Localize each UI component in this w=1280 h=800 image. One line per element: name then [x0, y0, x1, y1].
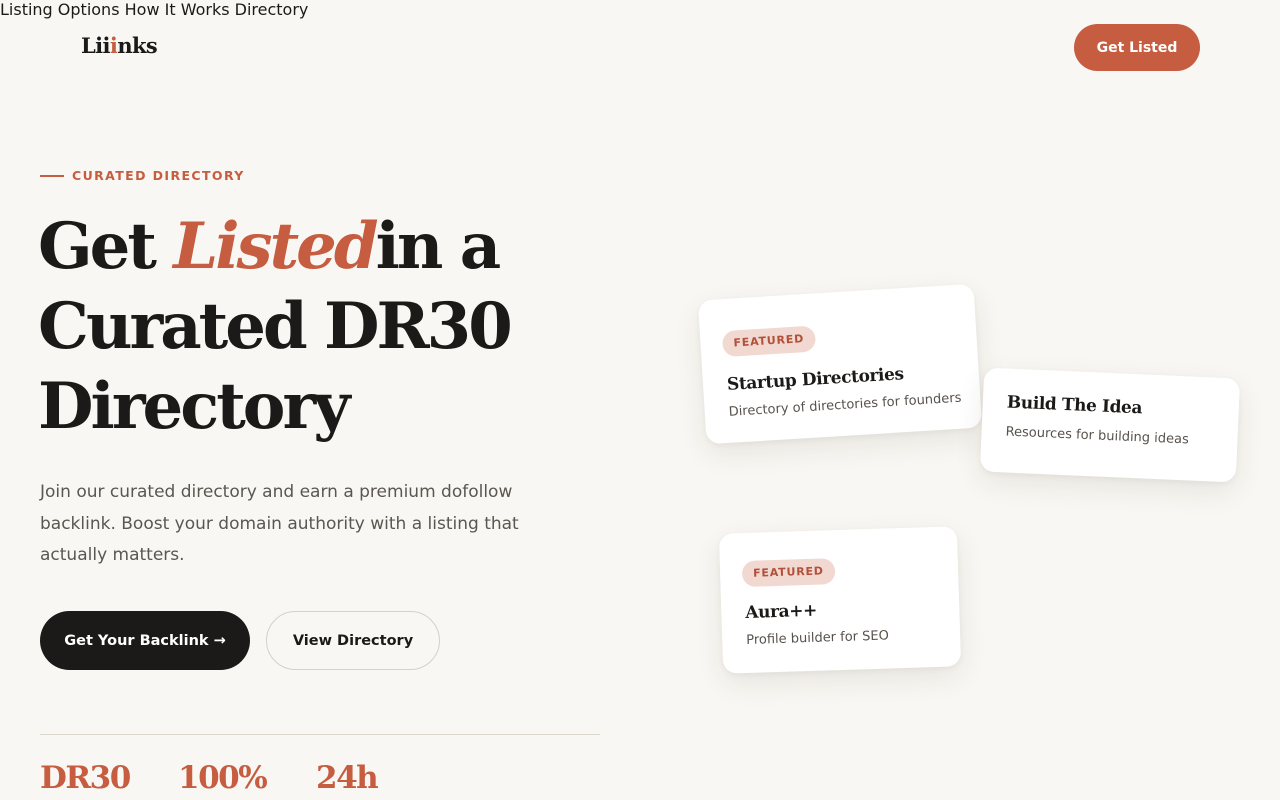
card-description: Resources for building ideas [1005, 424, 1190, 448]
stat-100-percent: 100% [178, 760, 268, 796]
nav-directory[interactable]: Directory [235, 0, 309, 19]
directory-card-build-the-idea[interactable]: Build The Idea Resources for building id… [979, 367, 1241, 483]
card-title: Build The Idea [1006, 392, 1143, 419]
view-directory-button[interactable]: View Directory [266, 611, 440, 670]
hero-lead: Join our curated directory and earn a pr… [40, 482, 519, 565]
logo-part-3: nks [117, 33, 158, 58]
headline-word-get: Get [38, 209, 157, 284]
headline-line-3: Directory [38, 369, 350, 444]
directory-card-startup-directories[interactable]: FEATURED Startup Directories Directory o… [697, 283, 983, 445]
featured-badge: FEATURED [721, 325, 816, 358]
get-backlink-button[interactable]: Get Your Backlink → [40, 611, 250, 670]
site-header: Liiinks Listing Options How It Works Dir… [0, 0, 1280, 94]
card-description: Directory of directories for founders [728, 390, 962, 420]
headline-line-2: Curated DR30 [38, 289, 513, 364]
eyebrow: CURATED DIRECTORY [40, 168, 245, 183]
headline-word-in-a: in a [375, 209, 502, 284]
logo-part-1: Lii [81, 33, 111, 58]
card-title: Aura++ [745, 600, 818, 623]
stats-divider [40, 734, 600, 735]
get-listed-button[interactable]: Get Listed [1074, 24, 1200, 71]
main-nav: Listing Options How It Works Directory [0, 0, 1280, 19]
featured-badge: FEATURED [741, 558, 836, 588]
card-description: Profile builder for SEO [745, 628, 890, 648]
nav-listing-options[interactable]: Listing Options [0, 0, 120, 19]
stat-dr30: DR30 [40, 760, 131, 796]
stat-24h: 24h [316, 760, 379, 796]
eyebrow-line [40, 174, 64, 177]
card-title: Startup Directories [726, 364, 905, 395]
eyebrow-label: CURATED DIRECTORY [72, 168, 245, 183]
logo[interactable]: Liiinks [81, 33, 158, 58]
headline-accent-listed: Listed [173, 209, 378, 284]
hero-headline: Get Listedin a Curated DR30 Directory [38, 207, 638, 447]
directory-card-aura[interactable]: FEATURED Aura++ Profile builder for SEO [718, 526, 962, 674]
nav-how-it-works[interactable]: How It Works [125, 0, 230, 19]
